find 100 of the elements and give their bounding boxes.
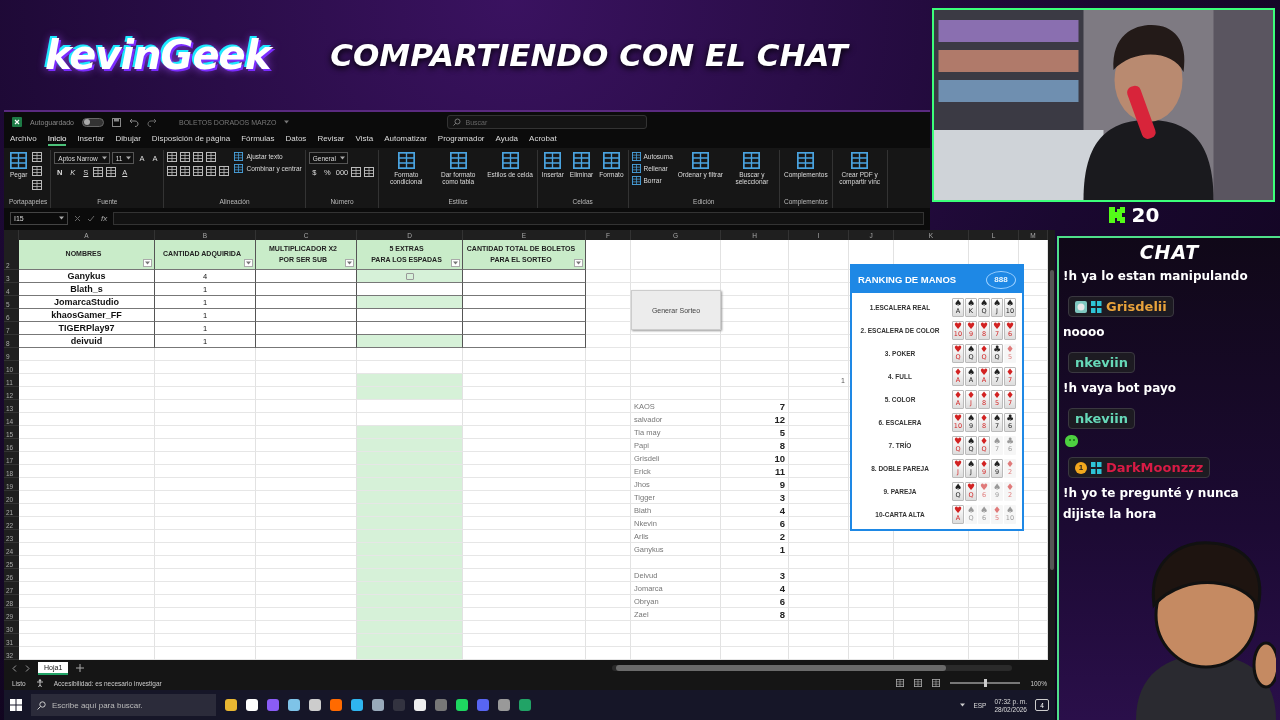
menu-tab[interactable]: Automatizar: [384, 134, 427, 146]
grid-icon: [691, 152, 709, 169]
excel-logo-icon: [12, 117, 22, 127]
undo-icon[interactable]: [129, 117, 139, 127]
table-cell: [849, 621, 894, 634]
windows-icon[interactable]: [10, 699, 22, 711]
app-icon[interactable]: [309, 699, 321, 711]
icon-button[interactable]: [364, 167, 376, 178]
caret-icon: [59, 216, 64, 220]
icon-button[interactable]: [180, 152, 192, 163]
icon-button[interactable]: [167, 166, 179, 177]
filter-button[interactable]: [451, 259, 460, 267]
zoom-slider-thumb[interactable]: [983, 679, 987, 687]
table-cell: [586, 582, 631, 595]
app-icon[interactable]: [372, 699, 384, 711]
menu-tab[interactable]: Inicio: [47, 134, 67, 146]
app-icon[interactable]: [498, 699, 510, 711]
icon-button[interactable]: [193, 166, 205, 177]
card-suit: ♠: [966, 506, 976, 515]
checkbox[interactable]: [405, 272, 414, 280]
icon-button[interactable]: [32, 166, 44, 177]
table-cell: [586, 543, 631, 556]
menu-tab[interactable]: Archivo: [10, 134, 37, 146]
table-cell: [721, 270, 789, 283]
menu-tab[interactable]: Acrobat: [529, 134, 557, 146]
icon-button[interactable]: [193, 152, 205, 163]
grid-icon: [573, 152, 591, 169]
icon-button[interactable]: [106, 167, 118, 178]
card-suit: ♥: [1005, 322, 1015, 331]
card-suit: ♦: [966, 391, 976, 400]
icon-button[interactable]: [206, 152, 218, 163]
taskbar-search[interactable]: Escribe aquí para buscar.: [31, 694, 216, 716]
icon-button[interactable]: [351, 167, 363, 178]
table-cell: [586, 621, 631, 634]
app-icon[interactable]: [330, 699, 342, 711]
table-cell: [586, 413, 631, 426]
table-cell: 8: [721, 439, 789, 452]
filter-button[interactable]: [574, 259, 583, 267]
table-cell: [586, 240, 631, 270]
menu-tab[interactable]: Datos: [285, 134, 307, 146]
card-suit: ♦: [979, 437, 989, 446]
menu-tab[interactable]: Dibujar: [115, 134, 141, 146]
menu-tab[interactable]: Disposición de página: [151, 134, 231, 146]
table-cell: JomarcaStudio: [19, 296, 155, 309]
search-icon: [453, 118, 462, 126]
menu-tab[interactable]: Ayuda: [495, 134, 519, 146]
grid-icon: [219, 166, 230, 176]
redo-icon[interactable]: [147, 117, 157, 127]
table-cell: [1019, 595, 1048, 608]
previous-sheet-icon[interactable]: [12, 664, 17, 672]
scrollbar-thumb[interactable]: [616, 665, 947, 671]
next-sheet-icon[interactable]: [25, 664, 30, 672]
grid-icon: [743, 152, 761, 169]
card-suit: ♣: [992, 345, 1002, 354]
caret-icon: [284, 120, 290, 124]
card-suit: ♦: [953, 368, 963, 377]
app-icon[interactable]: [225, 699, 237, 711]
add-sheet-icon[interactable]: [76, 664, 85, 672]
menu-tab[interactable]: Revisar: [317, 134, 345, 146]
app-icon[interactable]: [456, 699, 468, 711]
filter-button[interactable]: [345, 259, 354, 267]
icon-button[interactable]: [180, 166, 192, 177]
grid-icon: [32, 152, 43, 162]
formula-input[interactable]: [113, 211, 924, 225]
table-cell: [586, 361, 631, 374]
caret-icon: [145, 261, 150, 265]
card-suit: ♠: [966, 437, 976, 446]
icon-button[interactable]: [93, 167, 105, 178]
filter-button[interactable]: [244, 259, 253, 267]
table-cell: [969, 582, 1019, 595]
check-icon[interactable]: [87, 214, 95, 222]
save-icon[interactable]: [112, 117, 121, 127]
menu-tab[interactable]: Insertar: [77, 134, 105, 146]
icon-button[interactable]: [167, 152, 179, 163]
filter-button[interactable]: [143, 259, 152, 267]
app-icon[interactable]: [288, 699, 300, 711]
caret-icon: [960, 703, 966, 707]
grid-icon: [851, 152, 869, 169]
grid-icon: [501, 152, 519, 169]
menu-tab[interactable]: Fórmulas: [241, 134, 275, 146]
menu-tab[interactable]: Programador: [437, 134, 485, 146]
function-button[interactable]: fx: [101, 213, 108, 223]
app-icon[interactable]: [414, 699, 426, 711]
grid-icon: [206, 166, 217, 176]
icon-button[interactable]: [32, 152, 44, 163]
card-suit: ♦: [979, 391, 989, 400]
icon-button[interactable]: [206, 166, 218, 177]
scrollbar-thumb[interactable]: [1049, 270, 1054, 570]
icon-button[interactable]: [219, 166, 231, 177]
table-cell: 5: [721, 426, 789, 439]
table-cell: 9: [721, 478, 789, 491]
table-cell: [721, 634, 789, 647]
icon-button[interactable]: [32, 180, 44, 191]
table-cell: [586, 595, 631, 608]
autosave-toggle[interactable]: [82, 117, 104, 127]
app-icon[interactable]: [246, 699, 258, 711]
cancel-icon[interactable]: [74, 214, 81, 222]
app-icon[interactable]: [351, 699, 363, 711]
card-suit: ♥: [953, 506, 963, 515]
menu-tab[interactable]: Vista: [355, 134, 374, 146]
